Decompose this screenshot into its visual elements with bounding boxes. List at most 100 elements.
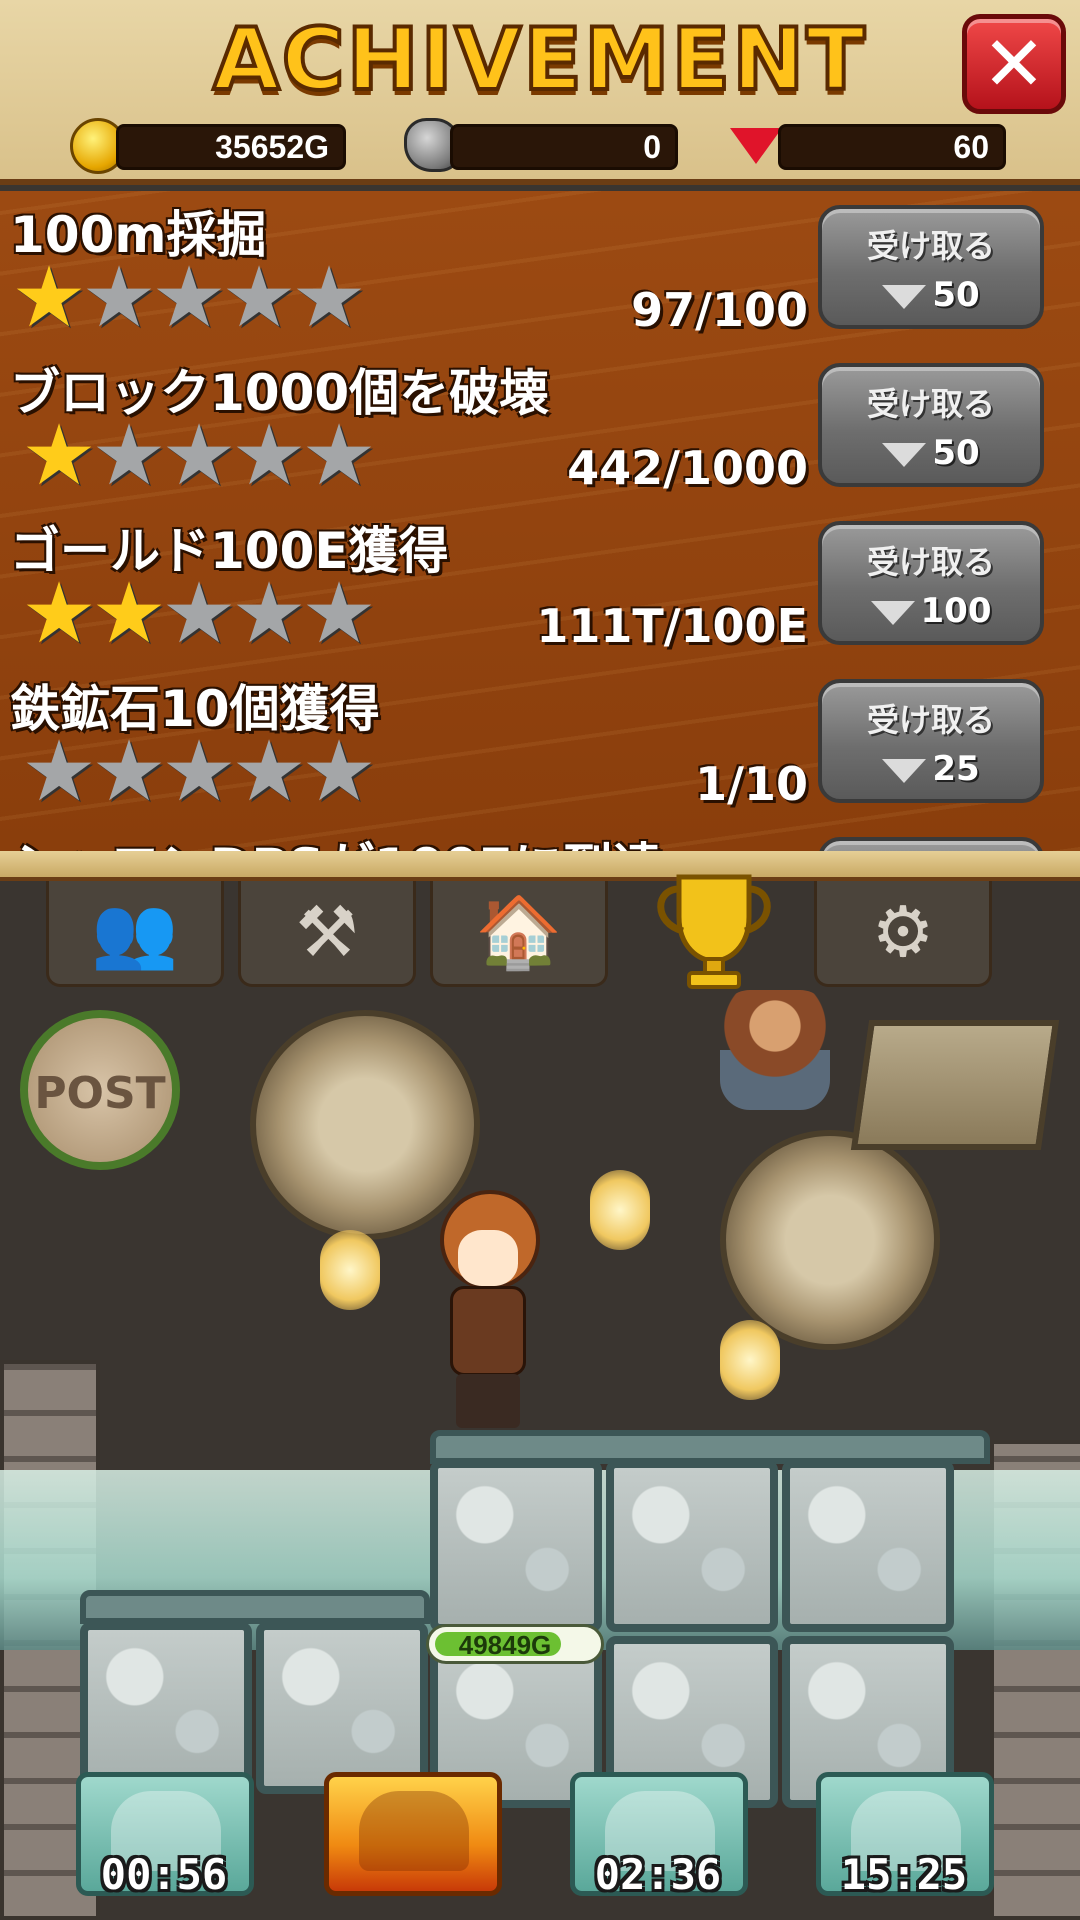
anvil-icon: ⚒ (295, 891, 359, 973)
characters-icon: 👥 (91, 891, 179, 973)
reward-amount: 50 (932, 275, 980, 315)
tab-bar (0, 851, 1080, 881)
star-empty-icon: ★ (161, 406, 237, 504)
star-filled-icon: ★ (11, 248, 87, 346)
achievement-progress: 1/10 (695, 757, 808, 811)
claim-button[interactable] (818, 837, 1044, 851)
stone-block[interactable] (782, 1460, 954, 1632)
trophy-icon (657, 874, 771, 989)
achievement-item: 鉄鉱石10個獲得 ★★★★★ 1/10 受け取る 25 (0, 665, 1080, 823)
block-top (430, 1430, 990, 1464)
reward-amount: 50 (932, 433, 980, 473)
star-rating: ★★★★★ (10, 248, 366, 346)
reward-amount: 100 (920, 591, 992, 631)
stone-block[interactable] (606, 1460, 778, 1632)
close-button[interactable]: ✕ (962, 14, 1066, 114)
claim-label: 受け取る (866, 385, 995, 423)
star-empty-icon: ★ (231, 564, 307, 662)
star-empty-icon: ★ (231, 722, 307, 820)
post-label: POST (34, 1068, 166, 1119)
gem-icon (882, 442, 927, 467)
star-empty-icon: ★ (91, 406, 167, 504)
star-empty-icon: ★ (301, 564, 377, 662)
claim-button[interactable]: 受け取る 100 (818, 521, 1044, 645)
claim-button[interactable]: 受け取る 50 (818, 363, 1044, 487)
hero-face (458, 1230, 518, 1286)
hero-body (450, 1286, 526, 1376)
mine-gear-right (720, 1130, 940, 1350)
achievement-item: ブロック1000個を破壊 ★★★★★ 442/1000 受け取る 50 (0, 349, 1080, 507)
star-filled-icon: ★ (21, 406, 97, 504)
dwarf-miner (720, 990, 830, 1110)
stone-block[interactable] (256, 1622, 428, 1794)
star-empty-icon: ★ (151, 248, 227, 346)
stone-value: 0 (643, 129, 661, 165)
block-top (80, 1590, 430, 1624)
star-empty-icon: ★ (161, 722, 237, 820)
stone-block[interactable] (430, 1460, 602, 1632)
gold-value: 35652G (215, 129, 329, 165)
star-filled-icon: ★ (91, 564, 167, 662)
achievement-name: シャロンDPSが100Eに到達 (10, 827, 663, 851)
gem-icon (870, 600, 915, 625)
star-empty-icon: ★ (231, 406, 307, 504)
star-empty-icon: ★ (91, 722, 167, 820)
star-empty-icon: ★ (161, 564, 237, 662)
post-mailbox[interactable]: POST (20, 1010, 180, 1170)
claim-button[interactable]: 受け取る 50 (818, 205, 1044, 329)
achievement-list[interactable]: 100m採掘 ★★★★★ 97/100 受け取る 50 ブロック1000個を破壊… (0, 191, 1080, 851)
skill-3-timer: 02:36 (594, 1850, 722, 1899)
skill-button-2[interactable] (324, 1772, 502, 1896)
achievement-progress: 442/1000 (567, 441, 808, 495)
claim-label: 受け取る (866, 701, 995, 739)
hero-legs (456, 1374, 520, 1428)
skill-4-timer: 15:25 (840, 1850, 968, 1899)
tab-settings[interactable]: ⚙ (814, 881, 992, 987)
star-filled-icon: ★ (21, 564, 97, 662)
star-empty-icon: ★ (221, 248, 297, 346)
gem-icon (882, 284, 927, 309)
claim-reward: 50 (822, 275, 1040, 315)
claim-reward: 100 (822, 591, 1040, 631)
star-empty-icon: ★ (301, 406, 377, 504)
gold-drop-indicator: 49849G (426, 1624, 604, 1664)
stone-block[interactable] (80, 1622, 252, 1794)
skill-2-icon (359, 1791, 469, 1871)
claim-reward: 50 (822, 433, 1040, 473)
star-rating: ★★★★★ (20, 722, 376, 820)
gold-counter: 35652G (116, 124, 346, 170)
star-empty-icon: ★ (301, 722, 377, 820)
achievement-item: 100m採掘 ★★★★★ 97/100 受け取る 50 (0, 191, 1080, 349)
ruby-counter: 60 (778, 124, 1006, 170)
tab-forge[interactable]: ⚒ (238, 881, 416, 987)
tab-shop[interactable]: 🏠 (430, 881, 608, 987)
tab-characters[interactable]: 👥 (46, 881, 224, 987)
achievement-header: ACHIVEMENT ✕ 35652G 0 60 (0, 0, 1080, 185)
gear-icon: ⚙ (871, 891, 935, 973)
close-icon: ✕ (982, 19, 1046, 108)
star-empty-icon: ★ (81, 248, 157, 346)
gem-icon (882, 758, 927, 783)
stone-counter: 0 (450, 124, 678, 170)
page-title: ACHIVEMENT (211, 8, 867, 112)
lantern (320, 1230, 380, 1310)
claim-label: 受け取る (866, 543, 995, 581)
star-rating: ★★★★★ (20, 564, 376, 662)
star-rating: ★★★★★ (20, 406, 376, 504)
shop-icon: 🏠 (475, 891, 563, 973)
achievement-progress: 97/100 (631, 283, 808, 337)
lantern (720, 1320, 780, 1400)
star-empty-icon: ★ (291, 248, 367, 346)
lantern (590, 1170, 650, 1250)
claim-button[interactable]: 受け取る 25 (818, 679, 1044, 803)
mine-cart (850, 1020, 1060, 1150)
miner-girl-character (420, 1190, 550, 1430)
ruby-value: 60 (953, 129, 989, 165)
skill-1-timer: 00:56 (100, 1850, 228, 1899)
achievement-item: シャロンDPSが100Eに到達 (0, 823, 1080, 851)
gold-drop-value: 49849G (458, 1630, 552, 1660)
reward-amount: 25 (932, 749, 980, 789)
claim-reward: 25 (822, 749, 1040, 789)
ruby-icon (730, 128, 782, 164)
tab-achievement[interactable] (622, 874, 800, 989)
